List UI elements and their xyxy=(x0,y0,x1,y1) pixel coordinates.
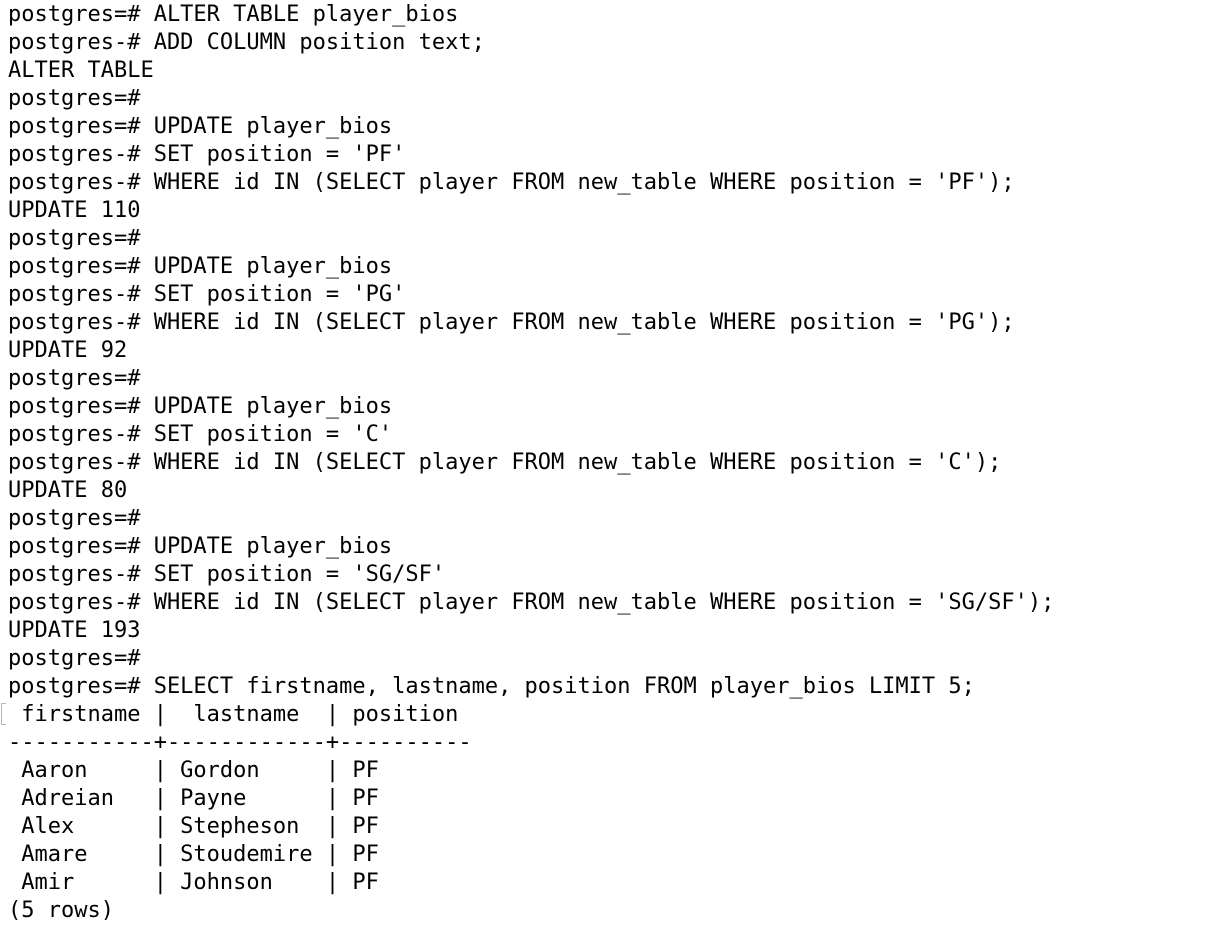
terminal-line: postgres=# xyxy=(8,86,141,111)
terminal-line: postgres-# SET position = 'C' xyxy=(8,422,393,447)
terminal-line: postgres=# xyxy=(8,226,141,251)
terminal-output[interactable]: postgres=# ALTER TABLE player_bios postg… xyxy=(1,0,1204,943)
terminal-line: postgres=# ALTER TABLE player_bios xyxy=(8,2,459,27)
terminal-line: UPDATE 110 xyxy=(8,198,141,223)
terminal-line: postgres=# UPDATE player_bios xyxy=(8,394,393,419)
terminal-line: postgres=# xyxy=(8,366,141,391)
terminal-line: postgres-# SET position = 'PG' xyxy=(8,282,406,307)
terminal-line: postgres=# SELECT firstname, lastname, p… xyxy=(8,674,975,699)
terminal-line: postgres-# WHERE id IN (SELECT player FR… xyxy=(8,450,1002,475)
terminal-line: postgres=# xyxy=(8,506,141,531)
terminal-line: postgres-# WHERE id IN (SELECT player FR… xyxy=(8,170,1015,195)
terminal-line: postgres-# SET position = 'PF' xyxy=(8,142,406,167)
result-header: firstname | lastname | position xyxy=(8,702,459,727)
terminal-line: postgres-# WHERE id IN (SELECT player FR… xyxy=(8,590,1055,615)
result-row: Aaron | Gordon | PF xyxy=(8,758,379,783)
result-separator: -----------+------------+---------- xyxy=(8,730,472,755)
terminal-line: postgres=# UPDATE player_bios xyxy=(8,114,393,139)
result-row: Alex | Stepheson | PF xyxy=(8,814,379,839)
terminal-line: postgres=# UPDATE player_bios xyxy=(8,534,393,559)
terminal-line: UPDATE 80 xyxy=(8,478,128,503)
terminal-line: postgres=# xyxy=(8,646,141,671)
result-row: Amir | Johnson | PF xyxy=(8,870,379,895)
terminal-line: ALTER TABLE xyxy=(8,58,154,83)
terminal-line: postgres-# ADD COLUMN position text; xyxy=(8,30,485,55)
row-count: (5 rows) xyxy=(8,898,114,923)
terminal-line: UPDATE 92 xyxy=(8,338,128,363)
terminal-line: UPDATE 193 xyxy=(8,618,141,643)
result-row: Adreian | Payne | PF xyxy=(8,786,379,811)
terminal-line: postgres-# SET position = 'SG/SF' xyxy=(8,562,446,587)
selection-bracket xyxy=(1,703,6,725)
terminal-line: postgres-# WHERE id IN (SELECT player FR… xyxy=(8,310,1015,335)
result-row: Amare | Stoudemire | PF xyxy=(8,842,379,867)
terminal-line: postgres=# UPDATE player_bios xyxy=(8,254,393,279)
